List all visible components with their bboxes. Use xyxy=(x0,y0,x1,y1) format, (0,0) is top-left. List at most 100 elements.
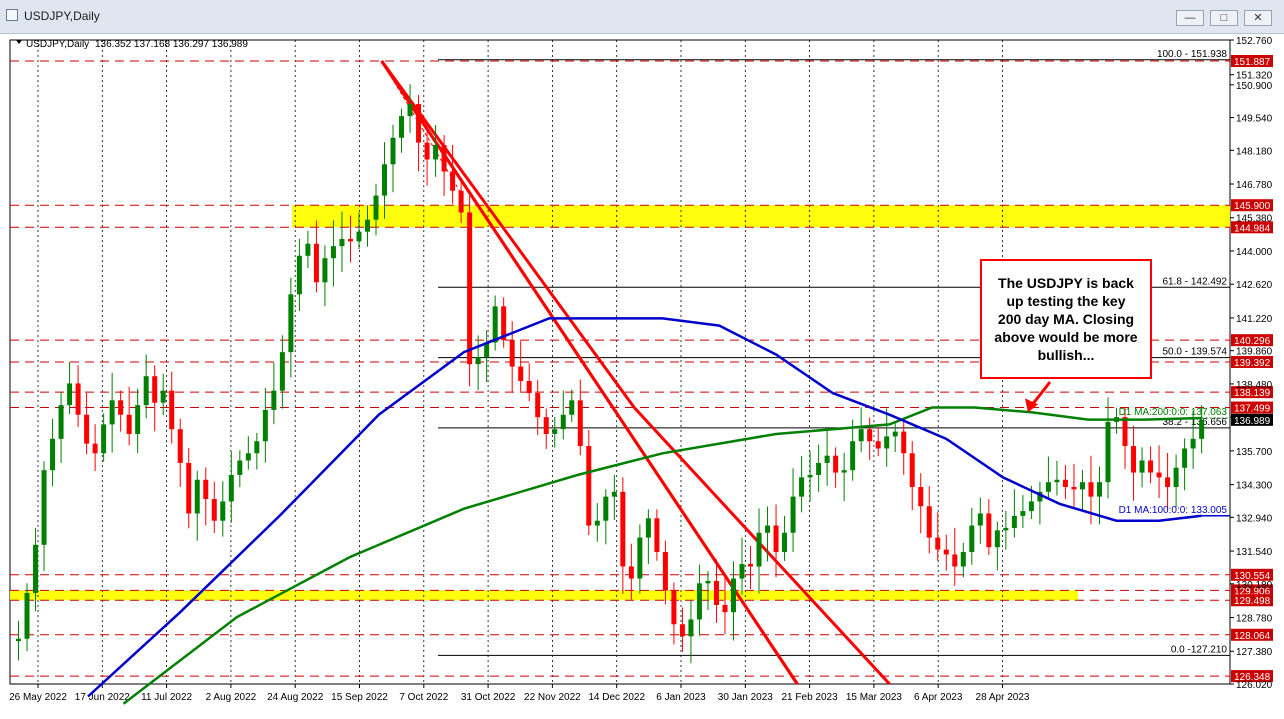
candle-body xyxy=(84,414,90,444)
candle-body xyxy=(169,390,175,430)
x-tick-label: 30 Jan 2023 xyxy=(718,692,773,703)
candle-body xyxy=(969,525,975,553)
window-titlebar: USDJPY,Daily — □ ✕ xyxy=(0,0,1284,34)
candle-body xyxy=(552,429,558,435)
candle-body xyxy=(926,506,932,538)
candle-body xyxy=(730,578,736,613)
minimize-button[interactable]: — xyxy=(1176,10,1204,26)
symbol-label: USDJPY,Daily xyxy=(26,39,89,50)
candle-body xyxy=(92,443,98,454)
level-price-label: 145.900 xyxy=(1234,201,1271,212)
y-tick-label: 144.000 xyxy=(1236,247,1273,258)
x-tick-label: 15 Mar 2023 xyxy=(846,692,903,703)
window-title: USDJPY,Daily xyxy=(24,9,100,23)
candle-body xyxy=(194,479,200,514)
candle-body xyxy=(782,532,788,553)
y-tick-label: 138.480 xyxy=(1236,380,1273,391)
y-tick-label: 152.760 xyxy=(1236,36,1273,47)
x-tick-label: 24 Aug 2022 xyxy=(267,692,324,703)
y-tick-label: 135.700 xyxy=(1236,447,1273,458)
annotation-text-line: The USDJPY is back xyxy=(998,275,1134,291)
candle-body xyxy=(1011,515,1017,528)
level-price-label: 128.064 xyxy=(1234,631,1271,642)
candle-body xyxy=(441,145,447,172)
candle-body xyxy=(679,624,685,637)
candle-body xyxy=(535,393,541,418)
candle-body xyxy=(748,564,754,567)
candle-body xyxy=(765,525,771,533)
fib-level-label: 61.8 - 142.492 xyxy=(1163,276,1228,287)
candle-body xyxy=(628,566,634,579)
candle-body xyxy=(756,532,762,567)
candle-body xyxy=(211,499,217,521)
candle-body xyxy=(126,414,132,435)
close-button[interactable]: ✕ xyxy=(1244,10,1272,26)
candle-body xyxy=(688,619,694,637)
candle-body xyxy=(1071,486,1077,490)
candle-body xyxy=(339,238,345,247)
x-tick-label: 26 May 2022 xyxy=(9,692,67,703)
candle-body xyxy=(713,580,719,606)
fib-level-label: 0.0 -127.210 xyxy=(1171,644,1228,655)
support-zone xyxy=(292,205,1230,228)
candle-body xyxy=(841,470,847,473)
fib-level-label: 100.0 - 151.938 xyxy=(1157,49,1227,60)
support-zone xyxy=(10,590,1078,601)
candle-body xyxy=(1062,479,1068,487)
price-chart[interactable]: 26 May 2022 17 Jun 2022 11 Jul 2022 2 Aug 2… xyxy=(0,34,1284,719)
candle-body xyxy=(262,409,268,442)
candle-body xyxy=(1131,446,1137,473)
fib-level-label: 50.0 - 139.574 xyxy=(1163,347,1228,358)
candle-body xyxy=(160,390,166,403)
y-tick-label: 131.540 xyxy=(1236,547,1273,558)
candle-body xyxy=(799,477,805,497)
candle-body xyxy=(577,400,583,447)
candle-body xyxy=(807,474,813,478)
candle-body xyxy=(458,190,464,213)
candle-body xyxy=(875,441,881,449)
candle-body xyxy=(603,496,609,521)
y-tick-label: 145.380 xyxy=(1236,214,1273,225)
x-tick-label: 31 Oct 2022 xyxy=(461,692,516,703)
y-tick-label: 148.180 xyxy=(1236,146,1273,157)
level-price-label: 129.498 xyxy=(1234,596,1271,607)
y-tick-label: 141.220 xyxy=(1236,314,1273,325)
candle-body xyxy=(322,258,328,283)
y-tick-label: 126.020 xyxy=(1236,680,1273,691)
level-price-label: 144.984 xyxy=(1234,223,1271,234)
candle-body xyxy=(313,243,319,283)
candle-body xyxy=(390,137,396,165)
candle-body xyxy=(399,116,405,138)
candle-body xyxy=(586,446,592,526)
candle-body xyxy=(569,400,575,415)
candle-body xyxy=(816,462,822,475)
candle-body xyxy=(296,255,302,295)
candle-body xyxy=(909,453,915,487)
candle-body xyxy=(509,340,515,367)
candle-body xyxy=(1156,472,1162,478)
candle-body xyxy=(467,212,473,365)
x-tick-label: 6 Apr 2023 xyxy=(914,692,963,703)
candle-body xyxy=(858,429,864,442)
candle-body xyxy=(75,383,81,415)
candle-body xyxy=(654,518,660,553)
candle-body xyxy=(245,453,251,461)
x-tick-label: 2 Aug 2022 xyxy=(206,692,257,703)
candle-body xyxy=(901,431,907,454)
candle-body xyxy=(177,429,183,463)
candle-body xyxy=(1045,482,1051,492)
candle-body xyxy=(330,246,336,259)
level-price-label: 151.887 xyxy=(1234,57,1271,68)
candle-body xyxy=(943,549,949,555)
candle-body xyxy=(662,552,668,591)
candle-body xyxy=(739,564,745,579)
maximize-button[interactable]: □ xyxy=(1210,10,1238,26)
candle-body xyxy=(1199,419,1205,439)
candle-body xyxy=(696,583,702,620)
candle-body xyxy=(416,104,422,143)
y-tick-label: 128.780 xyxy=(1236,614,1273,625)
candle-body xyxy=(271,390,277,410)
y-tick-label: 132.940 xyxy=(1236,513,1273,524)
candle-body xyxy=(1105,421,1111,483)
y-tick-label: 134.300 xyxy=(1236,481,1273,492)
